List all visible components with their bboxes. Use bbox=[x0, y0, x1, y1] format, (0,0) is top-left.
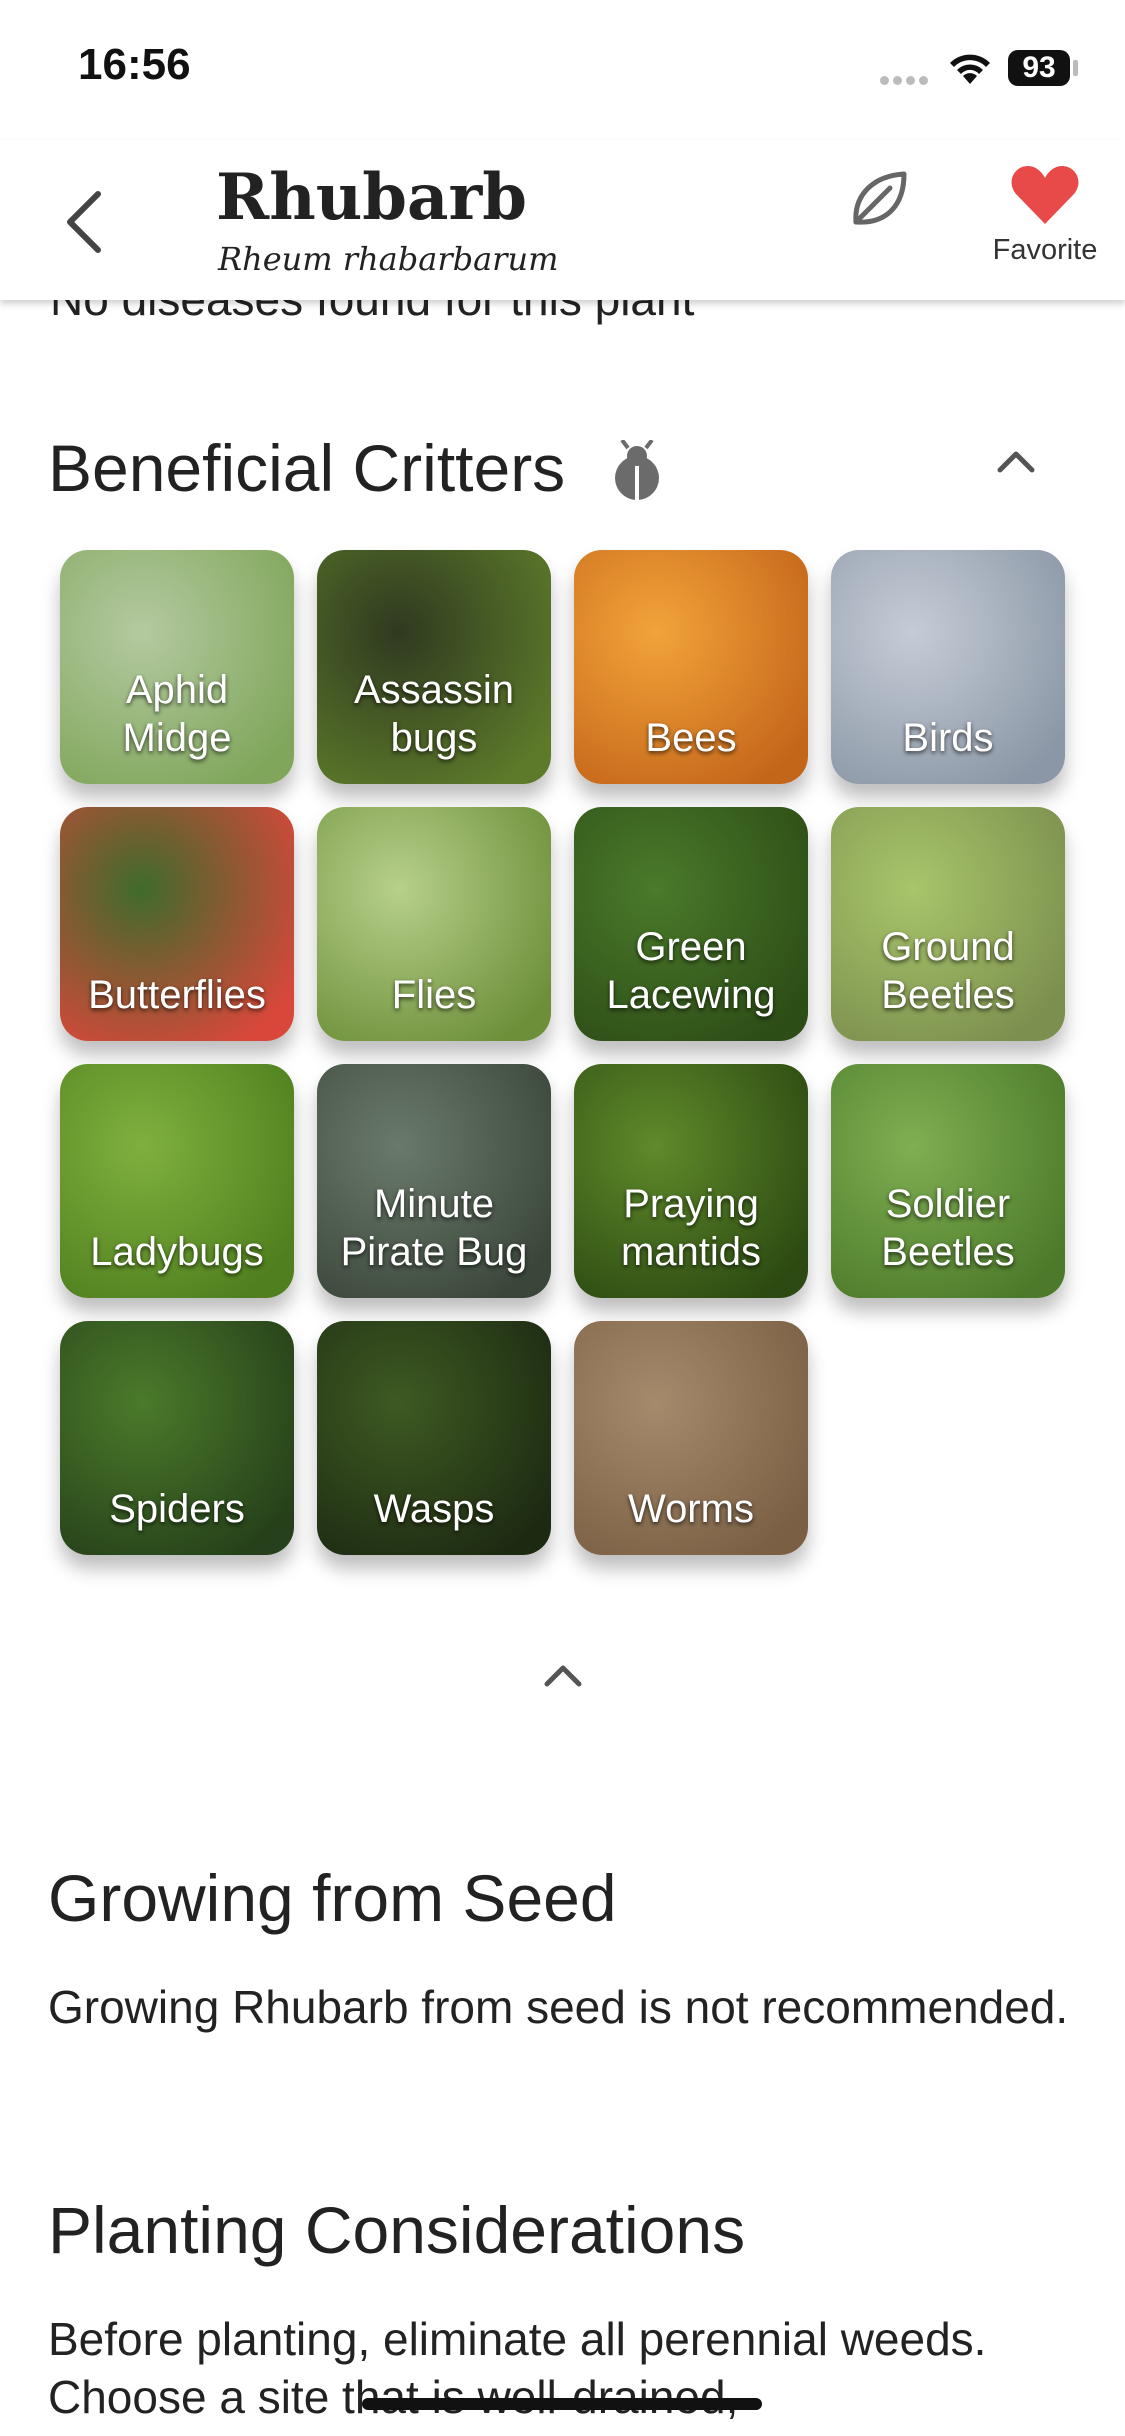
critter-label: Ladybugs bbox=[90, 1230, 264, 1274]
critter-tile[interactable]: Ladybugs bbox=[60, 1064, 294, 1298]
critter-label: Green Lacewing bbox=[606, 925, 776, 1017]
critter-tile[interactable]: Spiders bbox=[60, 1321, 294, 1555]
status-bar: 16:56 93 bbox=[0, 0, 1125, 140]
critter-label: Assassin bugs bbox=[353, 668, 515, 760]
heart-icon bbox=[1011, 166, 1079, 224]
collapse-section-chevron-icon[interactable] bbox=[541, 1660, 585, 1690]
home-indicator[interactable] bbox=[362, 2398, 762, 2410]
critter-label: Spiders bbox=[109, 1487, 245, 1531]
critter-label: Bees bbox=[645, 716, 737, 760]
growing-text: Growing Rhubarb from seed is not recomme… bbox=[48, 1981, 1069, 2033]
bug-icon bbox=[615, 440, 659, 500]
critter-label: Butterflies bbox=[88, 973, 266, 1017]
wifi-icon bbox=[950, 54, 990, 84]
critter-label: Birds bbox=[902, 716, 994, 760]
page-subtitle: Rheum rhabarbarum bbox=[218, 240, 559, 278]
battery-tip bbox=[1073, 60, 1078, 76]
critter-tile[interactable]: Minute Pirate Bug bbox=[317, 1064, 551, 1298]
planting-heading: Planting Considerations bbox=[48, 2193, 746, 2267]
status-time: 16:56 bbox=[78, 40, 191, 89]
back-chevron-icon[interactable] bbox=[58, 182, 118, 262]
critter-tile[interactable]: Aphid Midge bbox=[60, 550, 294, 784]
critter-tile[interactable]: Green Lacewing bbox=[574, 807, 808, 1041]
critter-label: Aphid Midge bbox=[122, 668, 232, 760]
favorite-button[interactable]: Favorite bbox=[980, 164, 1110, 294]
cellular-signal-icon bbox=[880, 72, 932, 90]
collapse-critters-chevron-icon[interactable] bbox=[994, 446, 1038, 476]
battery-icon: 93 bbox=[1008, 50, 1070, 86]
critter-tile[interactable]: Bees bbox=[574, 550, 808, 784]
leaf-icon[interactable] bbox=[846, 166, 912, 232]
critter-label: Praying mantids bbox=[620, 1182, 762, 1274]
critter-tile[interactable]: Worms bbox=[574, 1321, 808, 1555]
critter-tile[interactable]: Praying mantids bbox=[574, 1064, 808, 1298]
critter-label: Ground Beetles bbox=[881, 925, 1015, 1017]
critters-heading: Beneficial Critters bbox=[48, 431, 566, 505]
critter-tile[interactable]: Wasps bbox=[317, 1321, 551, 1555]
critter-label: Minute Pirate Bug bbox=[340, 1182, 528, 1274]
critter-tile[interactable]: Butterflies bbox=[60, 807, 294, 1041]
critter-tile[interactable]: Assassin bugs bbox=[317, 550, 551, 784]
critter-label: Soldier Beetles bbox=[881, 1182, 1015, 1274]
nav-header: Rhubarb Rheum rhabarbarum Favorite bbox=[0, 140, 1125, 300]
favorite-label: Favorite bbox=[992, 234, 1098, 266]
critter-label: Flies bbox=[391, 973, 477, 1017]
page-title: Rhubarb bbox=[216, 160, 527, 235]
critter-tile[interactable]: Flies bbox=[317, 807, 551, 1041]
critter-label: Worms bbox=[628, 1487, 754, 1531]
critter-tile[interactable]: Birds bbox=[831, 550, 1065, 784]
critter-tile[interactable]: Ground Beetles bbox=[831, 807, 1065, 1041]
critter-label: Wasps bbox=[373, 1487, 495, 1531]
growing-heading: Growing from Seed bbox=[48, 1861, 617, 1935]
critter-tile[interactable]: Soldier Beetles bbox=[831, 1064, 1065, 1298]
